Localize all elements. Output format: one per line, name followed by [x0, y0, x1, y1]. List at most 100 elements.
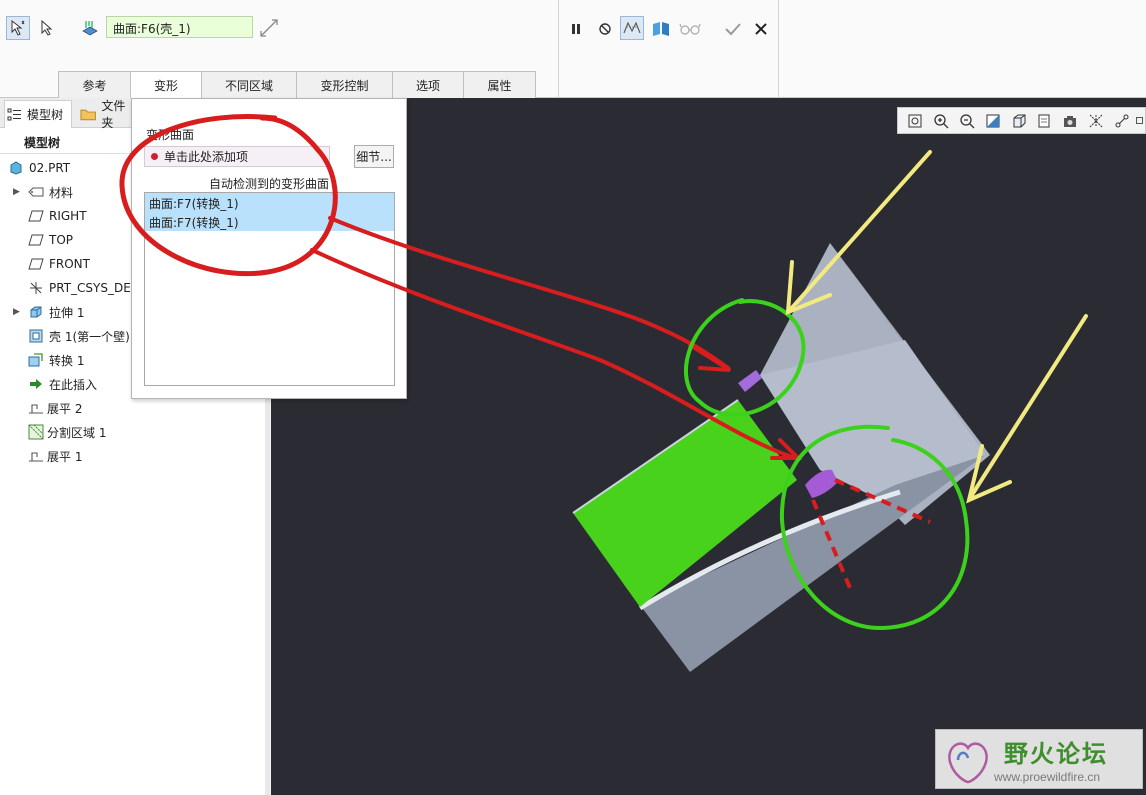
tree-item-label: 展平 1 [47, 449, 83, 464]
wildfire-logo-icon [948, 742, 988, 784]
tree-item-flatten-1[interactable]: 展平 1 [0, 444, 265, 468]
tree-item-label: 展平 2 [47, 401, 83, 416]
tab-deform-control[interactable]: 变形控制 [296, 71, 393, 98]
saved-views-button[interactable] [1031, 109, 1057, 133]
checkmark-icon [725, 23, 741, 36]
geometry-preview-icon [623, 21, 641, 34]
zoom-in-button[interactable] [928, 109, 954, 133]
cancel-button[interactable] [749, 17, 773, 41]
ribbon-separator [558, 0, 559, 98]
dashboard-ribbon: 曲面:F6(壳_1) 参考 变形 不同区域 变形控制 选项 属性 [0, 0, 1146, 98]
tree-item-label: 02.PRT [29, 161, 71, 175]
tab-model-tree-label: 模型树 [27, 108, 64, 122]
tab-properties[interactable]: 属性 [463, 71, 536, 98]
forum-watermark: 野火论坛 www.proewildfire.cn [935, 729, 1143, 789]
split-area-icon [28, 424, 44, 440]
csys-icon [28, 280, 44, 296]
flatten-icon [28, 448, 44, 464]
more-icon [1136, 117, 1144, 124]
no-preview-icon [599, 23, 611, 35]
list-item[interactable]: 曲面:F7(转换_1) [145, 212, 394, 231]
tree-item-label: 转换 1 [49, 353, 85, 368]
annotation-display-icon [1115, 114, 1129, 127]
camera-icon [1064, 115, 1077, 127]
collector-placeholder: 单击此处添加项 [164, 150, 249, 164]
datum-plane-icon [28, 208, 44, 224]
expand-arrow-icon[interactable]: ▶ [13, 307, 20, 317]
deform-surface-collector[interactable]: 单击此处添加项 [144, 146, 330, 167]
smart-select-icon [11, 19, 25, 36]
zoom-out-icon [960, 113, 975, 128]
expand-arrow-icon[interactable]: ▶ [13, 187, 20, 197]
datum-display-button[interactable] [1083, 109, 1109, 133]
flatten-icon [28, 400, 44, 416]
zoom-out-button[interactable] [954, 109, 980, 133]
required-dot-icon [151, 153, 158, 160]
tree-item-label: 分割区域 1 [47, 425, 107, 440]
material-icon [28, 184, 44, 200]
watermark-title: 野火论坛 [1004, 740, 1108, 768]
insert-here-icon [28, 376, 44, 392]
tree-item-flatten-2[interactable]: 展平 2 [0, 396, 265, 420]
deform-tab-panel: 变形曲面 单击此处添加项 细节... 自动检测到的变形曲面 曲面:F7(转换_1… [131, 98, 407, 399]
view-manager-button[interactable] [1057, 109, 1083, 133]
tree-item-label: 拉伸 1 [49, 305, 85, 320]
refit-button[interactable] [902, 109, 928, 133]
auto-detected-label: 自动检测到的变形曲面 [209, 177, 330, 191]
pointer-icon [41, 19, 53, 36]
tab-distinct-areas[interactable]: 不同区域 [201, 71, 297, 98]
view-toolbar [897, 107, 1146, 134]
tab-deform[interactable]: 变形 [130, 71, 202, 98]
details-button[interactable]: 细节... [354, 145, 394, 168]
display-style-icon [1013, 114, 1025, 127]
tree-item-label: 在此插入 [49, 377, 98, 392]
flip-direction-button[interactable] [257, 16, 281, 40]
confirm-button[interactable] [721, 17, 745, 41]
saved-views-icon [1038, 114, 1050, 127]
transition-patch-upper [738, 370, 762, 392]
flip-arrow-icon [260, 19, 278, 37]
surface-icon [82, 21, 98, 36]
datum-display-icon [1089, 114, 1103, 127]
repaint-button[interactable] [980, 109, 1006, 133]
glasses-preview-button[interactable] [678, 17, 702, 41]
folder-icon [80, 109, 96, 121]
verify-icon [653, 22, 669, 36]
geometry-preview-button[interactable] [620, 16, 644, 40]
tree-item-label: PRT_CSYS_DEF [49, 281, 138, 295]
no-preview-button[interactable] [593, 17, 617, 41]
repaint-icon [986, 114, 1000, 127]
tab-references[interactable]: 参考 [58, 71, 131, 98]
more-view-tools-button[interactable] [1135, 109, 1145, 133]
tree-item-label: TOP [49, 233, 74, 247]
select-button[interactable] [34, 16, 58, 40]
part-icon [8, 160, 24, 176]
close-icon [755, 23, 767, 35]
display-style-button[interactable] [1006, 109, 1032, 133]
list-item[interactable]: 曲面:F7(转换_1) [145, 193, 394, 212]
auto-detected-list[interactable]: 曲面:F7(转换_1) 曲面:F7(转换_1) [144, 192, 395, 386]
watermark-url: www.proewildfire.cn [994, 770, 1101, 784]
extrude-icon [28, 304, 44, 320]
model-tree-icon [7, 108, 21, 120]
dashboard-tabs: 参考 变形 不同区域 变形控制 选项 属性 [58, 71, 536, 98]
tab-folder-browser[interactable]: 文件夹 [76, 99, 136, 130]
smart-select-button[interactable] [6, 16, 30, 40]
shell-icon [28, 328, 44, 344]
tab-options[interactable]: 选项 [392, 71, 464, 98]
zoom-in-icon [934, 113, 949, 128]
ribbon-separator [778, 0, 779, 98]
pause-button[interactable] [564, 17, 588, 41]
annotation-display-button[interactable] [1109, 109, 1135, 133]
surface-reference-button[interactable] [78, 16, 102, 40]
refit-icon [908, 114, 922, 127]
datum-plane-icon [28, 256, 44, 272]
pause-icon [572, 24, 580, 34]
tab-model-tree[interactable]: 模型树 [4, 100, 72, 128]
tree-item-split-area[interactable]: 分割区域 1 [0, 420, 265, 444]
tree-item-label: RIGHT [49, 209, 87, 223]
tree-item-label: 材料 [49, 185, 74, 200]
verify-mode-button[interactable] [649, 17, 673, 41]
tree-item-label: FRONT [49, 257, 90, 271]
surface-reference-field[interactable]: 曲面:F6(壳_1) [106, 16, 253, 38]
